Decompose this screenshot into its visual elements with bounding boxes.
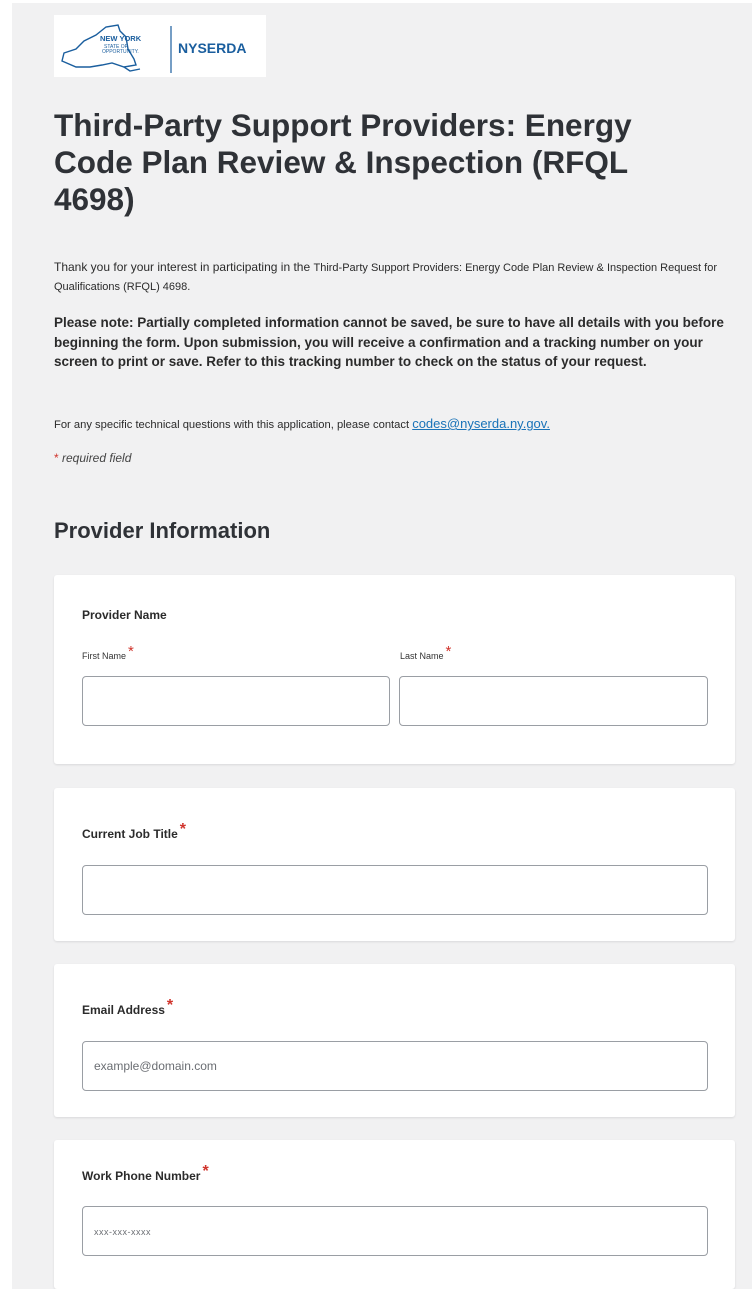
job-title-label: Current Job Title * [82, 821, 186, 843]
logo-opportunity-text: OPPORTUNITY. [102, 49, 139, 55]
contact-email-link[interactable]: codes@nyserda.ny.gov. [412, 416, 550, 431]
intro-text-start: Thank you for your interest in participa… [54, 260, 314, 274]
last-name-label: Last Name * [400, 643, 452, 663]
submission-note: Please note: Partially completed informa… [54, 315, 724, 370]
first-name-label: First Name * [82, 643, 134, 663]
job-title-label-text: Current Job Title [82, 827, 178, 841]
last-name-label-text: Last Name [400, 651, 444, 661]
phone-label-text: Work Phone Number [82, 1169, 201, 1183]
section-title: Provider Information [54, 518, 271, 543]
contact-text: For any specific technical questions wit… [54, 416, 550, 433]
required-star: * [166, 997, 174, 1014]
first-name-label-text: First Name [82, 651, 127, 661]
logo-brand-text: NYSERDA [178, 40, 246, 56]
phone-label: Work Phone Number * [82, 1163, 209, 1185]
last-name-field[interactable] [399, 676, 708, 726]
logo-state-text: NEW YORK [100, 34, 142, 43]
page-title: Third-Party Support Providers: Energy Co… [54, 107, 632, 217]
required-star: * [179, 821, 187, 838]
email-label: Email Address * [82, 997, 173, 1019]
required-field-text: required field [58, 451, 132, 465]
email-field[interactable] [82, 1041, 708, 1091]
contact-prefix: For any specific technical questions wit… [54, 419, 413, 431]
required-star: * [128, 643, 134, 660]
nyserda-logo: NEW YORK STATE OF OPPORTUNITY. NYSERDA [54, 15, 266, 77]
provider-name-label: Provider Name [82, 608, 167, 622]
intro-text: Thank you for your interest in participa… [54, 258, 726, 296]
required-star: * [202, 1163, 209, 1180]
provider-name-card: Provider Name First Name * Last Name * [54, 575, 735, 764]
required-star: * [445, 643, 452, 660]
first-name-field[interactable] [82, 676, 390, 726]
new-york-state-map-icon: NEW YORK STATE OF OPPORTUNITY. NYSERDA [61, 24, 246, 73]
form-page: NEW YORK STATE OF OPPORTUNITY. NYSERDA T… [12, 3, 752, 1289]
email-label-text: Email Address [82, 1003, 165, 1017]
required-field-note: * required field [54, 451, 131, 465]
job-title-field[interactable] [82, 865, 708, 915]
job-title-card: Current Job Title * [54, 788, 735, 941]
phone-field[interactable] [82, 1206, 708, 1256]
phone-card: Work Phone Number * [54, 1140, 735, 1289]
email-card: Email Address * [54, 964, 735, 1117]
